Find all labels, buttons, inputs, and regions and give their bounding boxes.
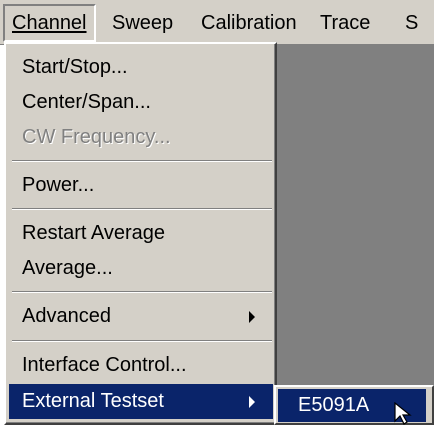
workspace-area bbox=[275, 45, 434, 425]
menu-label-channel: Channel bbox=[12, 12, 87, 34]
menu-separator bbox=[12, 208, 272, 210]
menu-item-average[interactable]: Average... bbox=[9, 251, 273, 286]
menu-item-restart-average[interactable]: Restart Average bbox=[9, 216, 273, 251]
menu-item-label: Restart Average bbox=[22, 222, 166, 244]
menu-next[interactable]: S bbox=[398, 4, 425, 42]
menu-sweep[interactable]: Sweep bbox=[105, 4, 180, 42]
menu-item-center-span[interactable]: Center/Span... bbox=[9, 85, 273, 120]
menu-item-external-testset[interactable]: External Testset bbox=[9, 384, 273, 419]
menu-item-label: Power... bbox=[22, 174, 95, 196]
menu-item-advanced[interactable]: Advanced bbox=[9, 299, 273, 334]
menu-item-label: Average... bbox=[22, 257, 113, 279]
menu-item-label: CW Frequency... bbox=[22, 126, 171, 148]
mouse-pointer-icon bbox=[394, 402, 412, 425]
chevron-right-icon bbox=[249, 396, 255, 408]
menu-bar: Channel Sweep Calibration Trace S bbox=[0, 0, 434, 45]
menu-label-calibration: Calibration bbox=[201, 12, 297, 34]
submenu-item-label: E5091A bbox=[298, 394, 370, 416]
menu-label-next: S bbox=[405, 12, 419, 34]
menu-separator bbox=[12, 340, 272, 342]
menu-item-label: External Testset bbox=[22, 390, 164, 412]
menu-calibration[interactable]: Calibration bbox=[194, 4, 304, 42]
menu-item-label: Start/Stop... bbox=[22, 56, 128, 78]
menu-item-label: Interface Control... bbox=[22, 354, 187, 376]
menu-item-label: Center/Span... bbox=[22, 91, 151, 113]
menu-label-sweep: Sweep bbox=[112, 12, 174, 34]
menu-item-cw-frequency: CW Frequency... bbox=[9, 120, 273, 155]
menu-item-power[interactable]: Power... bbox=[9, 168, 273, 203]
menu-separator bbox=[12, 160, 272, 162]
channel-menu: Start/Stop... Center/Span... CW Frequenc… bbox=[4, 42, 277, 425]
menu-trace[interactable]: Trace bbox=[313, 4, 377, 42]
menu-separator bbox=[12, 291, 272, 293]
menu-channel[interactable]: Channel bbox=[3, 4, 96, 42]
menu-item-interface-control[interactable]: Interface Control... bbox=[9, 348, 273, 383]
menu-item-label: Advanced bbox=[22, 305, 111, 327]
chevron-right-icon bbox=[249, 311, 255, 323]
menu-item-start-stop[interactable]: Start/Stop... bbox=[9, 50, 273, 85]
menu-label-trace: Trace bbox=[320, 12, 371, 34]
